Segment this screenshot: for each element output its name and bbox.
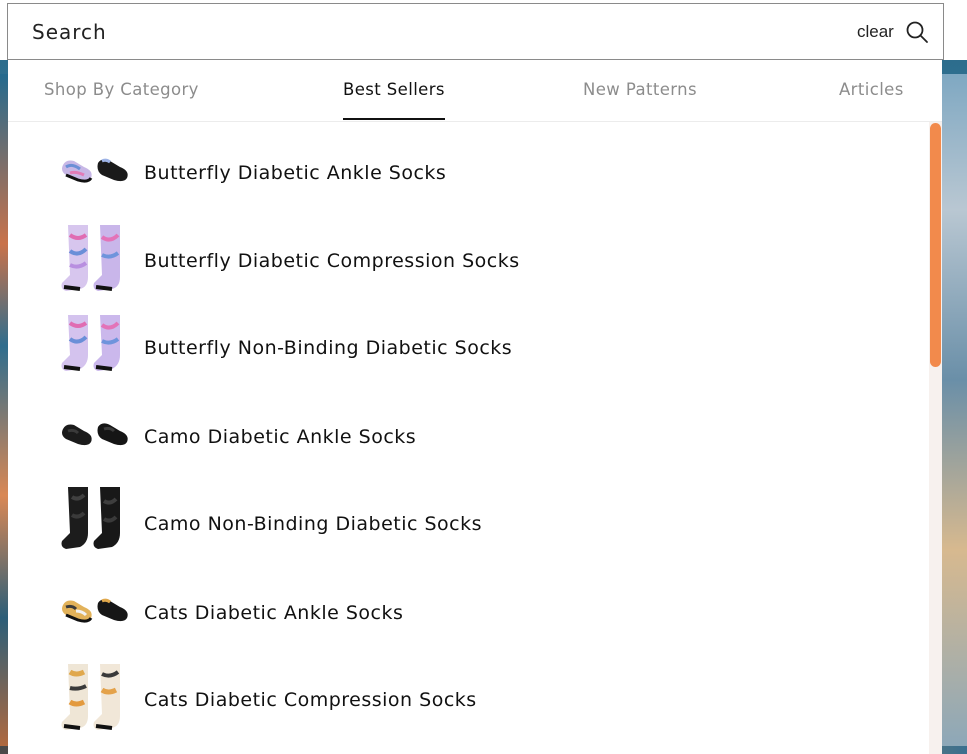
result-item[interactable]: Camo Non-Binding Diabetic Socks bbox=[8, 482, 908, 568]
ankle-socks-butterfly-icon bbox=[62, 158, 128, 183]
result-label: Camo Diabetic Ankle Socks bbox=[144, 426, 417, 448]
category-tabs: Shop By Category Best Sellers New Patter… bbox=[8, 60, 942, 122]
background-page-left-edge bbox=[0, 74, 8, 754]
crew-socks-camo-icon bbox=[61, 487, 120, 549]
result-item[interactable]: Butterfly Diabetic Ankle Socks bbox=[8, 130, 908, 216]
tab-best-sellers[interactable]: Best Sellers bbox=[343, 80, 445, 120]
search-bar: clear bbox=[7, 3, 944, 60]
result-label: Cats Diabetic Ankle Socks bbox=[144, 602, 404, 624]
tab-new-patterns[interactable]: New Patterns bbox=[583, 80, 697, 120]
result-label: Cats Diabetic Compression Socks bbox=[144, 689, 477, 711]
search-icon[interactable] bbox=[905, 20, 929, 44]
crew-socks-butterfly-icon bbox=[61, 315, 120, 371]
results-list: Butterfly Diabetic Ankle Socks Butterfly… bbox=[8, 122, 928, 754]
ankle-socks-cats-icon bbox=[62, 598, 128, 623]
compression-socks-cats-icon bbox=[61, 664, 120, 730]
results-scrollbar-thumb[interactable] bbox=[930, 123, 941, 367]
tab-shop-by-category[interactable]: Shop By Category bbox=[44, 80, 199, 120]
background-page-right-edge bbox=[942, 74, 967, 754]
tab-articles[interactable]: Articles bbox=[839, 80, 904, 120]
result-label: Camo Non-Binding Diabetic Socks bbox=[144, 513, 483, 535]
result-item[interactable]: Camo Diabetic Ankle Socks bbox=[8, 394, 908, 480]
result-label: Butterfly Diabetic Ankle Socks bbox=[144, 162, 447, 184]
compression-socks-butterfly-icon bbox=[61, 225, 120, 291]
result-item[interactable]: Cats Diabetic Compression Socks bbox=[8, 658, 908, 744]
ankle-socks-camo-icon bbox=[62, 423, 128, 446]
result-item[interactable]: Butterfly Diabetic Compression Socks bbox=[8, 218, 908, 304]
result-item[interactable]: Cats Diabetic Ankle Socks bbox=[8, 570, 908, 656]
search-dropdown-panel: Shop By Category Best Sellers New Patter… bbox=[8, 60, 942, 754]
result-label: Butterfly Non-Binding Diabetic Socks bbox=[144, 337, 513, 359]
search-input[interactable] bbox=[32, 18, 792, 46]
clear-button[interactable]: clear bbox=[857, 22, 894, 42]
result-item[interactable]: Butterfly Non-Binding Diabetic Socks bbox=[8, 306, 908, 392]
result-label: Butterfly Diabetic Compression Socks bbox=[144, 250, 520, 272]
